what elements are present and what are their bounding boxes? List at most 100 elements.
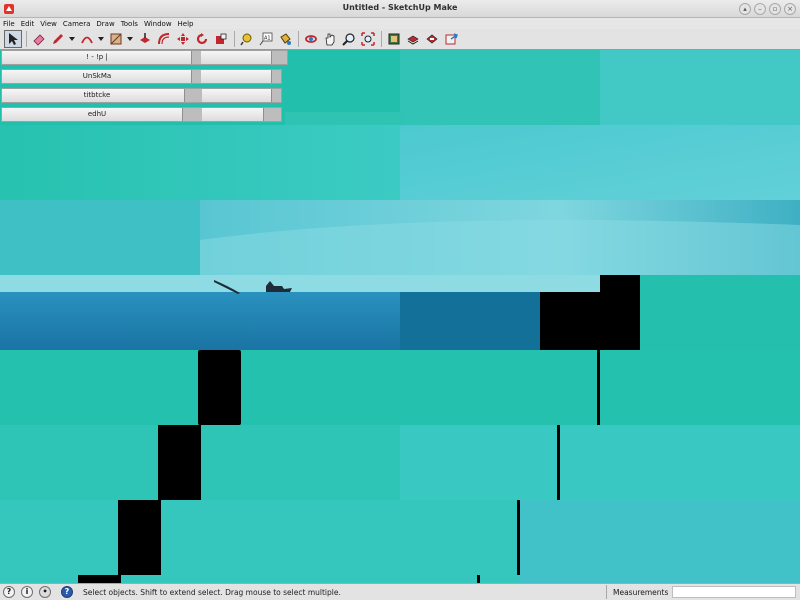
arc-tool-button[interactable]: [78, 30, 96, 48]
render-tile: [0, 275, 640, 293]
text-tool-button[interactable]: A1: [257, 30, 275, 48]
pushpull-icon: [140, 33, 150, 43]
tray-panel-1[interactable]: ! - !p |: [1, 50, 288, 65]
menu-bar: File Edit View Camera Draw Tools Window …: [0, 18, 800, 29]
render-tile: [520, 500, 800, 583]
black-block: [198, 350, 241, 425]
status-bar: ? i • ? Select objects. Shift to extend …: [0, 583, 800, 600]
menu-view[interactable]: View: [40, 20, 57, 28]
zoom-icon: [342, 33, 355, 46]
orbit-tool-button[interactable]: [302, 30, 320, 48]
tray-grip[interactable]: [184, 89, 202, 102]
extension-warehouse-button[interactable]: [423, 30, 441, 48]
select-tool-button[interactable]: [4, 30, 22, 48]
black-line: [517, 500, 520, 575]
geo-location-icon[interactable]: ?: [3, 586, 15, 598]
text-icon: A1: [259, 32, 273, 46]
render-tile: [400, 125, 800, 200]
zoom-extents-tool-button[interactable]: [359, 30, 377, 48]
window-controls: ▴ – ▫ ×: [739, 3, 796, 15]
menu-window[interactable]: Window: [144, 20, 172, 28]
toolbar-separator: [381, 31, 382, 47]
status-message: Select objects. Shift to extend select. …: [83, 588, 341, 597]
move-tool-button[interactable]: [174, 30, 192, 48]
share-icon: [445, 33, 458, 45]
up-icon[interactable]: ▴: [739, 3, 751, 15]
black-block: [158, 425, 201, 500]
tray-panel-label: titbtcke: [83, 91, 111, 99]
pan-tool-button[interactable]: [321, 30, 339, 48]
drawing-viewport[interactable]: ! - !p | UnSkMa titbtcke edhU: [0, 50, 800, 583]
arc-dropdown[interactable]: [97, 30, 105, 48]
menu-file[interactable]: File: [3, 20, 15, 28]
offset-tool-button[interactable]: [155, 30, 173, 48]
scale-icon: [216, 33, 227, 44]
viewport-scene: [0, 50, 800, 583]
pencil-tool-button[interactable]: [49, 30, 67, 48]
shapes-tool-button[interactable]: [107, 30, 125, 48]
main-toolbar: A1: [0, 29, 800, 50]
render-tile: [400, 425, 800, 500]
render-tile: [0, 350, 800, 425]
pushpull-tool-button[interactable]: [136, 30, 154, 48]
title-bar: Untitled - SketchUp Make ▴ – ▫ ×: [0, 0, 800, 18]
eraser-icon: [33, 34, 45, 46]
components-button[interactable]: [404, 30, 422, 48]
window-title: Untitled - SketchUp Make: [342, 3, 458, 12]
black-block: [600, 275, 640, 293]
black-line: [477, 575, 480, 583]
tray-grip[interactable]: [271, 70, 281, 83]
shapes-dropdown[interactable]: [126, 30, 134, 48]
share-model-button[interactable]: [442, 30, 460, 48]
tray-grip[interactable]: [191, 51, 201, 64]
user-account-icon[interactable]: •: [39, 586, 51, 598]
components-icon: [407, 35, 419, 45]
toolbar-separator: [26, 31, 27, 47]
close-icon[interactable]: ×: [784, 3, 796, 15]
render-tile: [640, 275, 800, 350]
tape-measure-icon: [240, 33, 252, 46]
arrow-icon: [9, 33, 18, 45]
rotate-tool-button[interactable]: [193, 30, 211, 48]
tray-panel-4[interactable]: edhU: [1, 107, 282, 122]
credits-icon[interactable]: i: [21, 586, 33, 598]
zoom-extents-icon: [361, 32, 375, 46]
pan-icon: [325, 33, 335, 46]
tray-grip[interactable]: [263, 108, 281, 121]
tray-grip[interactable]: [182, 108, 202, 121]
measurements-input[interactable]: [672, 586, 796, 598]
tray-panel-label: edhU: [87, 110, 107, 118]
menu-camera[interactable]: Camera: [63, 20, 90, 28]
tray-panel-2[interactable]: UnSkMa: [1, 69, 282, 84]
tray-grip[interactable]: [271, 51, 287, 64]
tape-measure-tool-button[interactable]: [238, 30, 256, 48]
tray-grip[interactable]: [271, 89, 281, 102]
tray-panel-3[interactable]: titbtcke: [1, 88, 282, 103]
black-block: [118, 500, 161, 575]
zoom-tool-button[interactable]: [340, 30, 358, 48]
warehouse-button[interactable]: [385, 30, 403, 48]
render-tile: [0, 200, 200, 275]
menu-help[interactable]: Help: [178, 20, 194, 28]
rectangle-icon: [110, 33, 122, 45]
rotate-icon: [196, 33, 208, 45]
scale-tool-button[interactable]: [212, 30, 230, 48]
maximize-icon[interactable]: ▫: [769, 3, 781, 15]
black-line: [597, 350, 600, 425]
measurements-label: Measurements: [613, 588, 669, 597]
minimize-icon[interactable]: –: [754, 3, 766, 15]
menu-edit[interactable]: Edit: [21, 20, 35, 28]
tray-panel-label: UnSkMa: [82, 72, 112, 80]
paint-bucket-tool-button[interactable]: [276, 30, 294, 48]
toolbar-separator: [234, 31, 235, 47]
menu-tools[interactable]: Tools: [121, 20, 138, 28]
eraser-tool-button[interactable]: [30, 30, 48, 48]
help-icon[interactable]: ?: [61, 586, 73, 598]
status-divider: [606, 585, 607, 599]
menu-draw[interactable]: Draw: [96, 20, 114, 28]
pencil-icon: [53, 34, 63, 44]
tray-grip[interactable]: [191, 70, 201, 83]
extension-icon: [426, 34, 438, 44]
pencil-dropdown[interactable]: [68, 30, 76, 48]
paint-bucket-icon: [280, 33, 291, 45]
